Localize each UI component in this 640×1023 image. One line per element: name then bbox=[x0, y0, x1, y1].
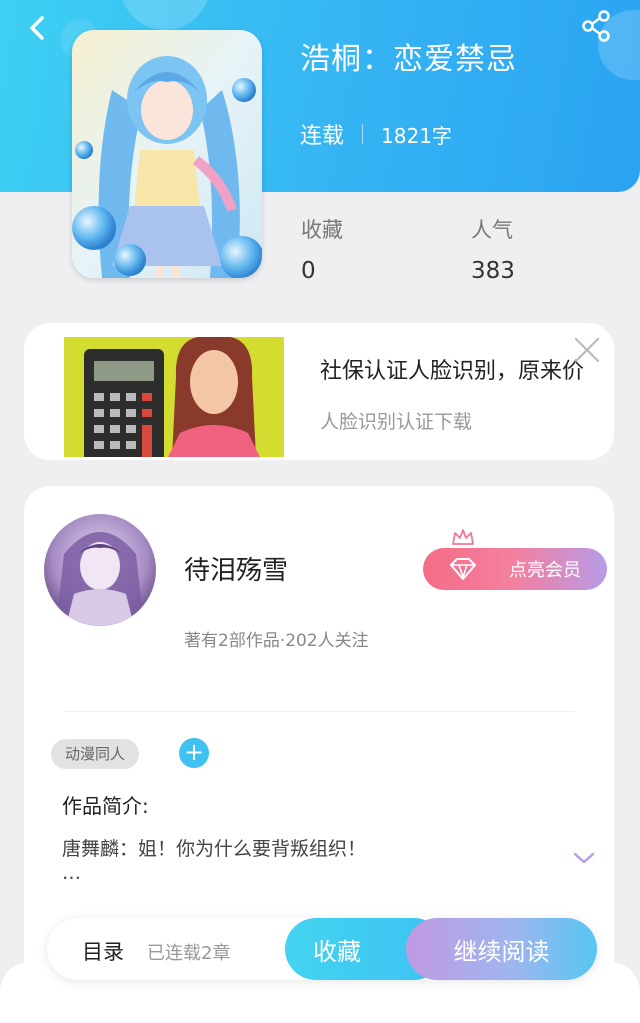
collect-label: 收藏 bbox=[313, 937, 361, 966]
chevron-down-icon bbox=[573, 852, 595, 864]
expand-intro-button[interactable] bbox=[572, 850, 596, 866]
author-name[interactable]: 待泪殇雪 bbox=[184, 550, 288, 587]
book-cover-image[interactable] bbox=[72, 30, 262, 278]
back-button[interactable] bbox=[18, 10, 58, 50]
divider bbox=[64, 711, 574, 712]
ad-close-button[interactable] bbox=[572, 335, 602, 365]
vip-label: 点亮会员 bbox=[509, 560, 581, 581]
crown-icon bbox=[452, 529, 474, 545]
close-icon bbox=[574, 337, 600, 363]
author-avatar[interactable] bbox=[44, 514, 156, 626]
ad-subtitle: 人脸识别认证下载 bbox=[320, 411, 473, 433]
divider bbox=[362, 124, 364, 144]
serial-status: 连载 bbox=[300, 124, 345, 149]
ad-image[interactable] bbox=[64, 337, 284, 457]
chevron-left-icon bbox=[30, 16, 44, 40]
ad-title[interactable]: 社保认证人脸识别，原来价 bbox=[320, 353, 584, 385]
share-icon bbox=[582, 10, 610, 42]
diamond-icon bbox=[450, 558, 476, 580]
author-meta: 著有2部作品·202人关注 bbox=[184, 631, 369, 651]
book-title: 浩桐：恋爱禁忌 bbox=[300, 42, 517, 77]
word-count: 1821字 bbox=[381, 123, 452, 148]
catalog-button[interactable]: 目录 bbox=[82, 936, 124, 966]
intro-ellipsis: … bbox=[62, 862, 82, 884]
stat-value: 0 bbox=[301, 258, 316, 284]
intro-text: 唐舞麟：姐！你为什么要背叛组织！ bbox=[62, 838, 367, 860]
intro-label: 作品简介: bbox=[62, 794, 149, 818]
book-status-row: 连载 1821字 bbox=[300, 118, 452, 150]
genre-tag[interactable]: 动漫同人 bbox=[51, 739, 140, 769]
stat-label: 人气 bbox=[471, 218, 513, 242]
stat-popularity: 人气 383 bbox=[471, 214, 515, 284]
stat-favorites: 收藏 0 bbox=[301, 214, 343, 284]
stat-value: 383 bbox=[471, 258, 515, 284]
vip-button[interactable]: 点亮会员 bbox=[423, 548, 607, 590]
decor-bubble bbox=[120, 0, 210, 30]
ad-card[interactable]: 社保认证人脸识别，原来价 人脸识别认证下载 bbox=[24, 323, 614, 460]
stat-label: 收藏 bbox=[301, 218, 343, 242]
chapter-count[interactable]: 已连载2章 bbox=[147, 939, 230, 965]
continue-reading-label: 继续阅读 bbox=[453, 937, 550, 966]
continue-reading-button[interactable]: 继续阅读 bbox=[406, 918, 597, 980]
add-tag-button[interactable]: + bbox=[179, 738, 209, 768]
share-button[interactable] bbox=[578, 8, 618, 48]
bottom-action-bar: 目录 已连载2章 收藏 继续阅读 bbox=[47, 918, 597, 980]
